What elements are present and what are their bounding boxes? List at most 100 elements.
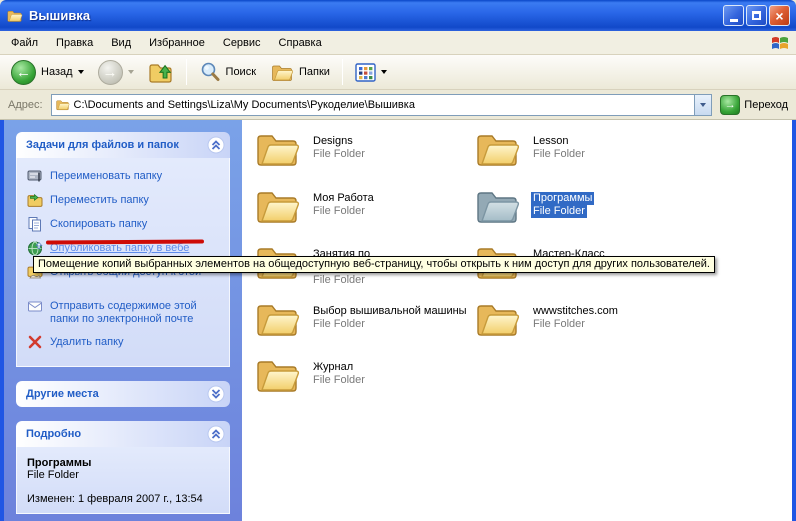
details-title: Подробно (26, 428, 81, 440)
folder-item-designs[interactable]: Designs File Folder (253, 128, 473, 185)
file-tasks-title: Задачи для файлов и папок (26, 139, 179, 151)
folder-name: Программы (531, 192, 594, 205)
up-folder-icon (148, 60, 174, 84)
window-title: Вышивка (29, 8, 90, 23)
views-dropdown-icon (381, 70, 387, 74)
file-tasks-panel: Задачи для файлов и папок Переименовать … (16, 132, 230, 367)
details-item-modified: Изменен: 1 февраля 2007 г., 13:54 (27, 493, 225, 505)
other-places-header[interactable]: Другие места (16, 381, 230, 407)
folder-view: Designs File Folder Моя Работа File Fold… (242, 120, 792, 521)
go-button[interactable]: → Переход (720, 95, 788, 115)
email-icon (27, 298, 43, 314)
toolbar: ← Назад → Поиск Папки (0, 55, 796, 90)
folder-icon (253, 298, 301, 338)
folder-type: File Folder (531, 318, 587, 331)
folder-item-moya-rabota[interactable]: Моя Работа File Folder (253, 185, 473, 242)
chevron-down-icon[interactable] (207, 385, 225, 403)
task-pane-sidebar: Задачи для файлов и папок Переименовать … (4, 120, 242, 521)
folders-icon (270, 61, 294, 83)
windows-logo-icon (770, 34, 790, 52)
forward-button[interactable]: → (93, 58, 139, 87)
close-icon: × (775, 8, 783, 24)
folder-type: File Folder (311, 374, 367, 387)
go-label: Переход (744, 99, 788, 111)
minimize-button[interactable] (723, 5, 744, 26)
other-places-panel: Другие места (16, 381, 230, 407)
title-bar: Вышивка × (0, 0, 796, 31)
address-dropdown-button[interactable] (694, 95, 711, 115)
task-label: Скопировать папку (50, 216, 147, 231)
address-label: Адрес: (8, 99, 43, 111)
address-path: C:\Documents and Settings\Liza\My Docume… (74, 99, 695, 111)
search-button[interactable]: Поиск (194, 59, 261, 85)
back-button[interactable]: ← Назад (6, 58, 89, 87)
details-panel: Подробно Программы File Folder Изменен: … (16, 421, 230, 514)
chevron-up-icon[interactable] (207, 425, 225, 443)
search-label: Поиск (226, 66, 256, 78)
folder-item-wwwstitches[interactable]: wwwstitches.com File Folder (473, 298, 693, 355)
folder-item-lesson[interactable]: Lesson File Folder (473, 128, 693, 185)
forward-dropdown-icon (128, 70, 134, 74)
folder-type: File Folder (531, 148, 587, 161)
folder-type: File Folder (311, 205, 367, 218)
folder-name: wwwstitches.com (531, 305, 620, 318)
go-arrow-icon: → (720, 95, 740, 115)
file-tasks-header[interactable]: Задачи для файлов и папок (16, 132, 230, 158)
folder-item-programmy-selected[interactable]: Программы File Folder (473, 185, 693, 242)
menu-file[interactable]: Файл (2, 33, 47, 53)
close-button[interactable]: × (769, 5, 790, 26)
menu-tools[interactable]: Сервис (214, 33, 270, 53)
menu-edit[interactable]: Правка (47, 33, 102, 53)
task-label: Переместить папку (50, 192, 149, 207)
folders-button[interactable]: Папки (265, 59, 335, 85)
folders-label: Папки (299, 66, 330, 78)
folder-icon (253, 185, 301, 225)
folder-name: Выбор вышивальной машины (311, 305, 469, 318)
forward-icon: → (98, 60, 123, 85)
chevron-up-icon[interactable] (207, 136, 225, 154)
views-button[interactable] (350, 61, 392, 84)
menu-bar: Файл Правка Вид Избранное Сервис Справка (0, 31, 796, 55)
task-copy-folder[interactable]: Скопировать папку (27, 216, 225, 232)
folder-item-vybor-mashiny[interactable]: Выбор вышивальной машины File Folder (253, 298, 473, 355)
copy-icon (27, 216, 43, 232)
toolbar-separator (342, 59, 343, 85)
folder-icon-selected (473, 185, 521, 225)
task-move-folder[interactable]: Переместить папку (27, 192, 225, 208)
publish-web-icon (27, 240, 43, 256)
details-body: Программы File Folder Изменен: 1 февраля… (16, 447, 230, 514)
menu-view[interactable]: Вид (102, 33, 140, 53)
folder-type: File Folder (311, 148, 367, 161)
window-border-right (792, 120, 796, 521)
details-header[interactable]: Подробно (16, 421, 230, 447)
menu-favorites[interactable]: Избранное (140, 33, 214, 53)
folder-icon (473, 298, 521, 338)
folder-icon (253, 354, 301, 394)
task-label: Отправить содержимое этой папки по элект… (50, 298, 225, 326)
back-dropdown-icon (78, 70, 84, 74)
minimize-icon (730, 19, 738, 22)
address-input[interactable]: C:\Documents and Settings\Liza\My Docume… (51, 94, 713, 116)
back-label: Назад (41, 66, 73, 78)
maximize-button[interactable] (746, 5, 767, 26)
folder-item-zhurnal[interactable]: Журнал File Folder (253, 354, 473, 411)
task-label: Удалить папку (50, 334, 124, 349)
up-button[interactable] (143, 58, 179, 86)
tooltip-text: Помещение копий выбранных элементов на о… (38, 258, 710, 270)
menu-help[interactable]: Справка (270, 33, 331, 53)
folder-name: Журнал (311, 361, 355, 374)
toolbar-separator (186, 59, 187, 85)
task-delete-folder[interactable]: Удалить папку (27, 334, 225, 350)
folder-icon (473, 128, 521, 168)
address-folder-icon (55, 98, 70, 111)
rename-icon (27, 168, 43, 184)
delete-icon (27, 334, 43, 350)
address-bar: Адрес: C:\Documents and Settings\Liza\My… (0, 90, 796, 120)
task-rename-folder[interactable]: Переименовать папку (27, 168, 225, 184)
window-folder-icon (6, 8, 23, 23)
maximize-icon (752, 11, 761, 20)
task-email-folder[interactable]: Отправить содержимое этой папки по элект… (27, 298, 225, 326)
chevron-down-icon (700, 103, 706, 107)
other-places-title: Другие места (26, 388, 99, 400)
folder-name: Моя Работа (311, 192, 376, 205)
